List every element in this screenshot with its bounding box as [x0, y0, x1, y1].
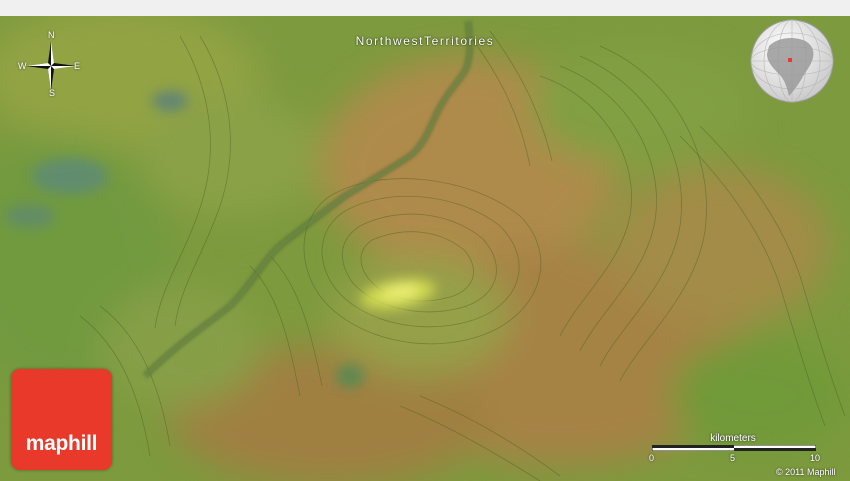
scale-bar: kilometers 0 5 10 — [648, 432, 828, 466]
globe-locator-icon — [749, 18, 835, 104]
map-view[interactable]: NorthwestTerritories N S E W maphill kil… — [0, 0, 850, 481]
compass-east: E — [74, 61, 81, 71]
scale-tick-5: 5 — [730, 453, 736, 463]
compass-west: W — [18, 61, 27, 71]
scale-bar-graphic — [652, 445, 816, 451]
top-bar — [0, 0, 850, 17]
logo-text: maphill — [25, 432, 98, 455]
compass-south: S — [49, 88, 56, 98]
scale-title: kilometers — [710, 433, 756, 444]
scale-tick-0: 0 — [649, 453, 655, 463]
terrain-satellite-layer — [0, 16, 850, 481]
scale-tick-10: 10 — [810, 453, 821, 463]
maphill-logo[interactable]: maphill — [11, 369, 112, 470]
region-label: NorthwestTerritories — [355, 34, 495, 48]
compass-rose: N S E W — [18, 30, 84, 99]
compass-north: N — [48, 30, 55, 40]
copyright-text: © 2011 Maphill — [776, 467, 836, 477]
